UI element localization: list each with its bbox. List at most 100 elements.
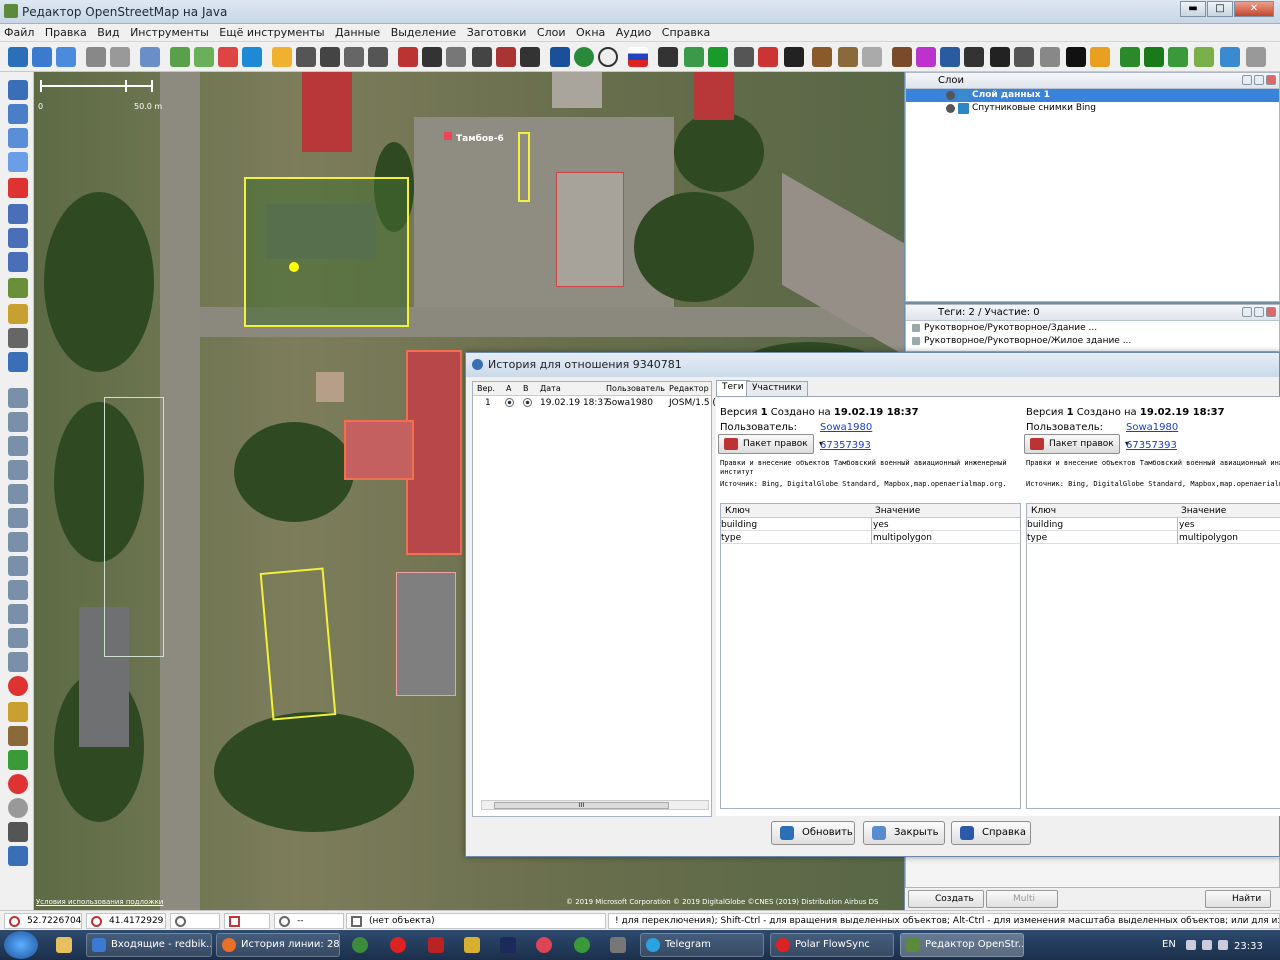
clock[interactable]: 23:33 [1234,941,1263,952]
explorer-icon[interactable] [56,937,72,953]
eye-icon[interactable] [946,104,955,113]
layer-item-data-layer[interactable]: Слой данных 1 [906,89,1279,102]
language-indicator[interactable]: EN [1162,939,1176,950]
id-icon[interactable] [550,47,570,67]
castle-icon[interactable] [812,47,832,67]
col-value[interactable]: Значение [1181,506,1226,516]
menu-audio[interactable]: Аудио [612,24,655,39]
create-button[interactable]: Создать [908,890,984,908]
chess-icon[interactable] [472,47,492,67]
authors-icon[interactable] [8,484,28,504]
minimize-button[interactable]: ▬ [1180,1,1206,17]
taskbar-app-firefox[interactable]: История линии: 28... [216,933,340,957]
bing-icon[interactable] [242,47,262,67]
paperclip-icon[interactable] [1040,47,1060,67]
col-user[interactable]: Пользователь [606,384,665,393]
sport-icon[interactable] [734,47,754,67]
checklist-icon[interactable] [8,750,28,770]
user-link[interactable]: Sowa1980 [820,422,872,433]
wall-icon[interactable] [398,47,418,67]
forest-icon[interactable] [1144,47,1164,67]
taskbar-app-polar[interactable]: Polar FlowSync [770,933,894,957]
preferences-icon[interactable] [140,47,160,67]
eye-icon[interactable] [946,91,955,100]
improve-way-icon[interactable] [8,278,28,298]
money-icon[interactable] [990,47,1010,67]
undo-icon[interactable] [86,47,106,67]
chrome-icon[interactable] [352,937,368,953]
table-row[interactable]: type multipolygon [1027,531,1280,544]
imagery-icon[interactable] [170,47,190,67]
pharmacy-icon[interactable] [708,47,728,67]
utorrent-icon[interactable] [574,937,590,953]
taskbar-app-josm[interactable]: Редактор OpenStr... [900,933,1024,957]
barrier-icon[interactable] [446,47,466,67]
conflicts-icon[interactable] [8,532,28,552]
factory-icon[interactable] [838,47,858,67]
find-button[interactable]: Найти [1205,890,1271,908]
gauge-icon[interactable] [8,774,28,794]
col-value[interactable]: Значение [875,506,920,516]
phone-icon[interactable] [784,47,804,67]
split-way-icon[interactable] [8,204,28,224]
network-icon[interactable] [1202,940,1212,950]
table-row[interactable]: type multipolygon [721,531,1020,544]
multi-button[interactable]: Multi [986,890,1058,908]
col-editor[interactable]: Редактор [669,384,709,393]
restaurant-icon[interactable] [892,47,912,67]
marker-icon[interactable] [8,676,28,696]
zoom-tool-icon[interactable] [8,152,28,172]
changeset-button[interactable]: Пакет правок [1024,434,1120,454]
notes-icon[interactable] [8,652,28,672]
tree-icon[interactable] [1120,47,1140,67]
menu-file[interactable]: Файл [0,24,37,39]
radio-b[interactable] [523,398,532,407]
layer-item-bing[interactable]: Спутниковые снимки Bing [906,102,1279,115]
road2-icon[interactable] [344,47,364,67]
tray-arrow-icon[interactable] [1186,940,1196,950]
building-tool-icon[interactable] [8,328,28,348]
menu-presets[interactable]: Заготовки [463,24,530,39]
delete-tool-icon[interactable] [8,178,28,198]
tag-preset-item[interactable]: Рукотворное/Рукотворное/Жилое здание ... [906,334,1279,347]
volume-icon[interactable] [1218,940,1228,950]
changeset-button[interactable]: Пакет правок [718,434,814,454]
cinema-icon[interactable] [422,47,442,67]
railway-icon[interactable] [368,47,388,67]
electronics-icon[interactable] [964,47,984,67]
changeset-link[interactable]: 67357393 [820,440,871,451]
menu-view[interactable]: Вид [93,24,122,39]
tab-members[interactable]: Участники [746,381,808,396]
photoshop-icon[interactable] [500,937,516,953]
table-row[interactable]: building yes [1027,518,1280,531]
col-date[interactable]: Дата [540,384,561,393]
highway-icon[interactable] [296,47,316,67]
help-button[interactable]: Справка [951,821,1031,845]
table-row[interactable]: building yes [721,518,1020,531]
menu-data[interactable]: Данные [331,24,383,39]
validation-icon[interactable] [8,580,28,600]
wikipedia-icon[interactable] [8,798,28,818]
preset-icon[interactable] [272,47,292,67]
redo-icon[interactable] [110,47,130,67]
tag-preset-item[interactable]: Рукотворное/Рукотворное/Здание ... [906,321,1279,334]
menu-help[interactable]: Справка [658,24,713,39]
panel-config-icon[interactable] [1242,307,1252,317]
col-key[interactable]: Ключ [1031,506,1056,516]
opera-icon[interactable] [390,937,406,953]
person-icon[interactable] [1066,47,1086,67]
relations-icon[interactable] [8,460,28,480]
taskbar-app-telegram[interactable]: Telegram [640,933,764,957]
water-icon[interactable] [1220,47,1240,67]
close-dialog-button[interactable]: Закрыть [863,821,945,845]
close-window-button[interactable]: ✕ [1234,1,1274,17]
maximize-button[interactable]: □ [1207,1,1233,17]
app-icon[interactable] [464,937,480,953]
combine-way-icon[interactable] [8,228,28,248]
select-tool-icon[interactable] [8,80,28,100]
col-key[interactable]: Ключ [725,506,750,516]
shop-icon[interactable] [916,47,936,67]
refresh-button[interactable]: Обновить [771,821,855,845]
brick-icon[interactable] [496,47,516,67]
validator-icon[interactable] [218,47,238,67]
